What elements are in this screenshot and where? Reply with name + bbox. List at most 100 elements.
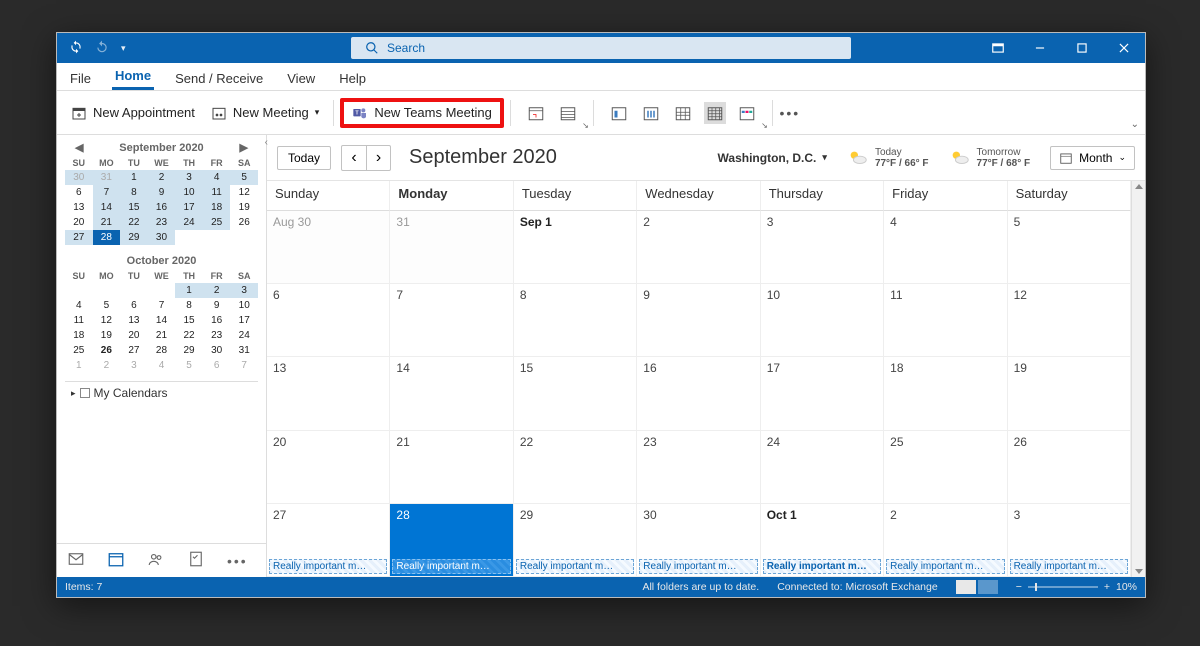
mini-cal-day[interactable]: 2 xyxy=(93,358,121,373)
calendar-day[interactable]: 14 xyxy=(390,357,513,430)
mini-cal-day[interactable]: 19 xyxy=(93,328,121,343)
weather-location[interactable]: Washington, D.C. ▾ xyxy=(718,151,827,165)
search-box[interactable]: Search xyxy=(351,37,851,59)
calendar-day[interactable]: 18 xyxy=(884,357,1007,430)
ribbon-more-icon[interactable]: ••• xyxy=(779,102,801,124)
mini-cal-day[interactable]: 5 xyxy=(230,170,258,185)
mini-cal-day[interactable]: 29 xyxy=(175,343,203,358)
calendar-day[interactable]: 26 xyxy=(1008,431,1131,504)
calendar-day[interactable]: 3Really important m… xyxy=(1008,504,1131,577)
calendar-day[interactable]: 4 xyxy=(884,211,1007,284)
calendar-event[interactable]: Really important m… xyxy=(763,559,881,574)
group-launcher-icon[interactable]: ↘ xyxy=(761,121,768,130)
calendar-event[interactable]: Really important m… xyxy=(516,559,634,574)
prev-month-icon[interactable]: ◀ xyxy=(75,141,83,154)
mini-cal-day[interactable]: 13 xyxy=(65,200,93,215)
mini-cal-day[interactable]: 17 xyxy=(230,313,258,328)
mini-cal-day[interactable]: 27 xyxy=(65,230,93,245)
mini-cal-day[interactable]: 9 xyxy=(148,185,176,200)
undo-icon[interactable] xyxy=(95,40,109,57)
mini-cal-day[interactable]: 27 xyxy=(120,343,148,358)
mini-cal-day[interactable]: 1 xyxy=(120,170,148,185)
mini-cal-day[interactable]: 28 xyxy=(93,230,121,245)
mini-cal-day[interactable]: 21 xyxy=(148,328,176,343)
calendar-day[interactable]: 13 xyxy=(267,357,390,430)
mini-cal-day[interactable]: 21 xyxy=(93,215,121,230)
nav-more-icon[interactable]: ••• xyxy=(227,553,248,569)
mini-cal-day[interactable]: 16 xyxy=(148,200,176,215)
calendar-day[interactable]: 23 xyxy=(637,431,760,504)
prev-period-icon[interactable]: ‹ xyxy=(342,146,366,170)
calendar-day[interactable]: 31 xyxy=(390,211,513,284)
mini-cal-day[interactable]: 10 xyxy=(175,185,203,200)
sync-icon[interactable] xyxy=(69,40,83,57)
calendar-day[interactable]: Oct 1Really important m… xyxy=(761,504,884,577)
mini-cal-day[interactable]: 16 xyxy=(203,313,231,328)
mini-cal-day[interactable]: 17 xyxy=(175,200,203,215)
mini-cal-day[interactable]: 1 xyxy=(65,358,93,373)
group-launcher-icon[interactable]: ↘ xyxy=(582,121,589,130)
mini-cal-day[interactable]: 11 xyxy=(65,313,93,328)
mini-cal-day[interactable]: 25 xyxy=(203,215,231,230)
calendar-day[interactable]: 29Really important m… xyxy=(514,504,637,577)
calendar-day[interactable]: 19 xyxy=(1008,357,1131,430)
mini-cal-day[interactable]: 24 xyxy=(230,328,258,343)
mini-cal-day[interactable]: 5 xyxy=(93,298,121,313)
my-calendars-toggle[interactable]: ▸ My Calendars xyxy=(65,381,258,404)
today-button[interactable]: Today xyxy=(277,146,331,170)
next-period-icon[interactable]: › xyxy=(366,146,390,170)
mini-cal-day[interactable]: 23 xyxy=(203,328,231,343)
calendar-day[interactable]: 11 xyxy=(884,284,1007,357)
calendar-day[interactable]: 6 xyxy=(267,284,390,357)
maximize-icon[interactable] xyxy=(1061,33,1103,63)
mini-cal-day[interactable]: 13 xyxy=(120,313,148,328)
tab-home[interactable]: Home xyxy=(112,64,154,90)
calendar-day[interactable]: 30Really important m… xyxy=(637,504,760,577)
mini-cal-day[interactable]: 20 xyxy=(120,328,148,343)
calendar-day[interactable]: 2 xyxy=(637,211,760,284)
mini-cal-day[interactable]: 22 xyxy=(120,215,148,230)
mini-cal-day[interactable]: 2 xyxy=(148,170,176,185)
new-appointment-button[interactable]: New Appointment xyxy=(63,101,203,125)
mini-cal-day[interactable]: 19 xyxy=(230,200,258,215)
week-view-icon[interactable] xyxy=(672,102,694,124)
mini-cal-day[interactable]: 20 xyxy=(65,215,93,230)
new-meeting-button[interactable]: New Meeting ▾ xyxy=(203,101,327,125)
mini-cal-day[interactable] xyxy=(148,283,176,298)
tab-file[interactable]: File xyxy=(67,67,94,90)
calendar-day[interactable]: 20 xyxy=(267,431,390,504)
vertical-scrollbar[interactable] xyxy=(1131,181,1145,577)
mini-cal-day[interactable]: 1 xyxy=(175,283,203,298)
calendar-nav-icon[interactable] xyxy=(107,550,125,571)
mini-cal-day[interactable]: 10 xyxy=(230,298,258,313)
mini-cal-day[interactable]: 7 xyxy=(93,185,121,200)
calendar-day[interactable]: 8 xyxy=(514,284,637,357)
mini-cal-day[interactable]: 3 xyxy=(230,283,258,298)
mini-cal-day[interactable]: 25 xyxy=(65,343,93,358)
schedule-view-icon[interactable] xyxy=(557,102,579,124)
mini-cal-day[interactable]: 8 xyxy=(175,298,203,313)
zoom-out-icon[interactable]: − xyxy=(1016,581,1022,593)
mini-cal-day[interactable]: 9 xyxy=(203,298,231,313)
minimize-icon[interactable] xyxy=(1019,33,1061,63)
mini-cal-day[interactable]: 15 xyxy=(120,200,148,215)
mini-cal-day[interactable]: 3 xyxy=(120,358,148,373)
ribbon-display-icon[interactable] xyxy=(977,33,1019,63)
mini-cal-day[interactable]: 28 xyxy=(148,343,176,358)
mini-cal-day[interactable]: 11 xyxy=(203,185,231,200)
mini-cal-day[interactable]: 4 xyxy=(65,298,93,313)
calendar-day[interactable]: 12 xyxy=(1008,284,1131,357)
calendar-day[interactable]: 25 xyxy=(884,431,1007,504)
calendar-day[interactable]: 24 xyxy=(761,431,884,504)
mini-cal-day[interactable]: 18 xyxy=(65,328,93,343)
calendar-day[interactable]: 27Really important m… xyxy=(267,504,390,577)
mini-cal-day[interactable]: 26 xyxy=(230,215,258,230)
new-teams-meeting-button[interactable]: T New Teams Meeting xyxy=(340,98,504,128)
calendar-event[interactable]: Really important m… xyxy=(392,559,510,574)
mini-cal-day[interactable]: 30 xyxy=(65,170,93,185)
mini-cal-day[interactable]: 6 xyxy=(203,358,231,373)
calendar-day[interactable]: 9 xyxy=(637,284,760,357)
ribbon-expand-icon[interactable]: ⌄ xyxy=(1131,119,1139,130)
mini-cal-day[interactable] xyxy=(230,230,258,245)
mini-cal-day[interactable]: 4 xyxy=(203,170,231,185)
